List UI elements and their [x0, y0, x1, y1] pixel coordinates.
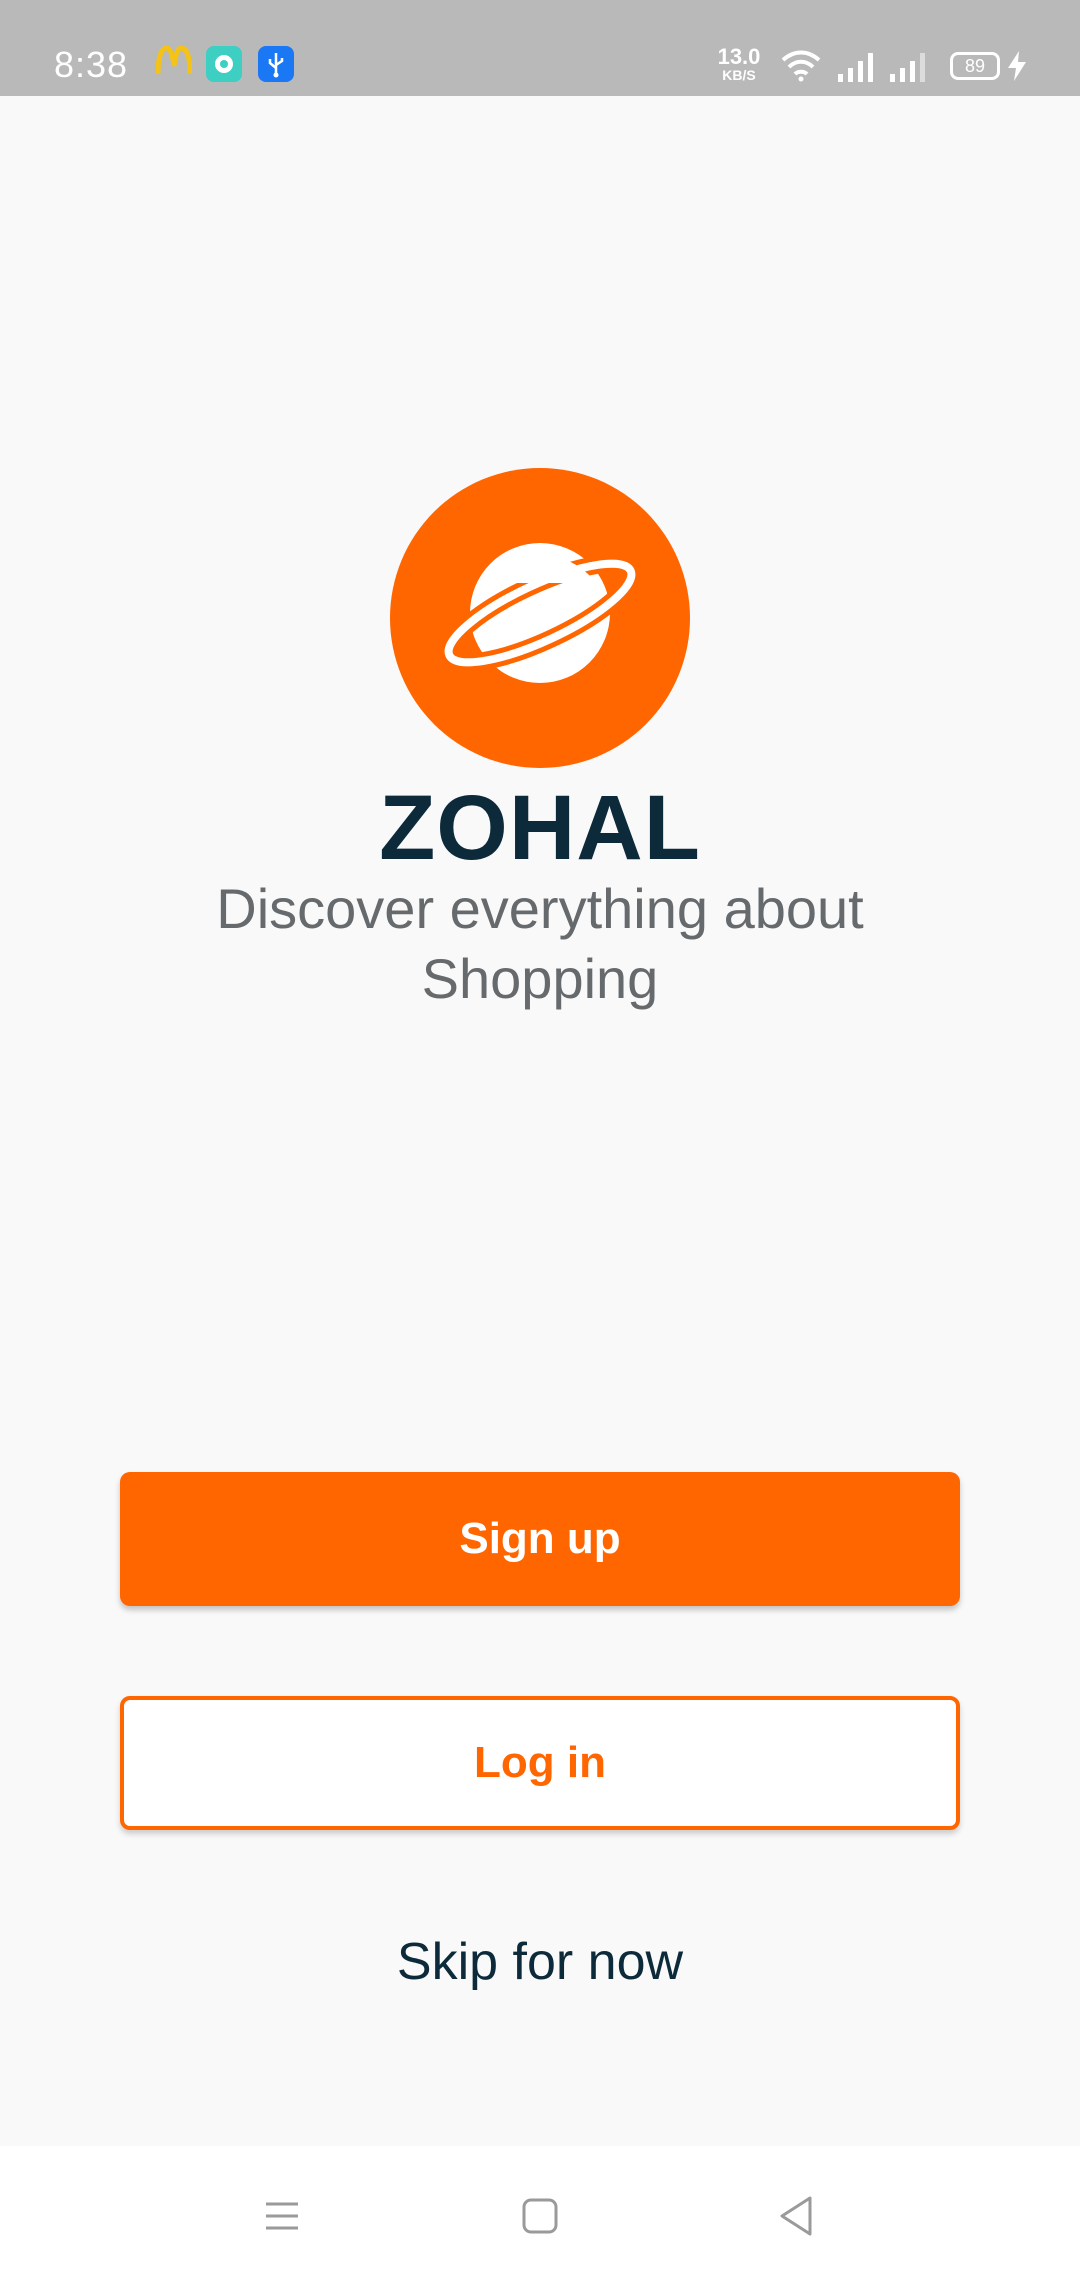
- navigation-bar: [0, 2146, 1080, 2280]
- logo: [390, 468, 690, 768]
- welcome-screen: ZOHAL Discover everything about Shopping…: [0, 96, 1080, 2146]
- login-button-label: Log in: [474, 1738, 606, 1787]
- status-time: 8:38: [54, 44, 129, 85]
- network-speed: 13.0 KB/S: [714, 44, 764, 83]
- menu-icon[interactable]: [252, 2186, 312, 2246]
- status-bar: 8:38 13.0 KB/S 89: [0, 0, 1080, 96]
- brand-title: ZOHAL: [379, 777, 701, 879]
- home-icon[interactable]: [510, 2186, 570, 2246]
- planet-icon: [439, 543, 641, 683]
- wifi-icon: [781, 50, 821, 82]
- chat-app-icon: [206, 46, 242, 82]
- skip-link[interactable]: Skip for now: [0, 1932, 1080, 1992]
- network-speed-value: 13.0: [717, 44, 761, 69]
- network-speed-unit: KB/S: [722, 67, 756, 83]
- charging-icon: [1008, 51, 1026, 81]
- back-icon[interactable]: [766, 2186, 826, 2246]
- battery-icon: 89: [950, 52, 1000, 80]
- battery-level: 89: [964, 55, 986, 76]
- signup-button-label: Sign up: [459, 1514, 621, 1563]
- signal-icon: [838, 53, 873, 82]
- brand-tagline: Discover everything about Shopping: [216, 877, 864, 1010]
- usb-icon: [258, 46, 294, 82]
- mcdonalds-icon: [156, 46, 192, 75]
- signal-icon: [890, 53, 925, 82]
- signup-button[interactable]: Sign up: [120, 1472, 960, 1606]
- login-button[interactable]: Log in: [120, 1696, 960, 1830]
